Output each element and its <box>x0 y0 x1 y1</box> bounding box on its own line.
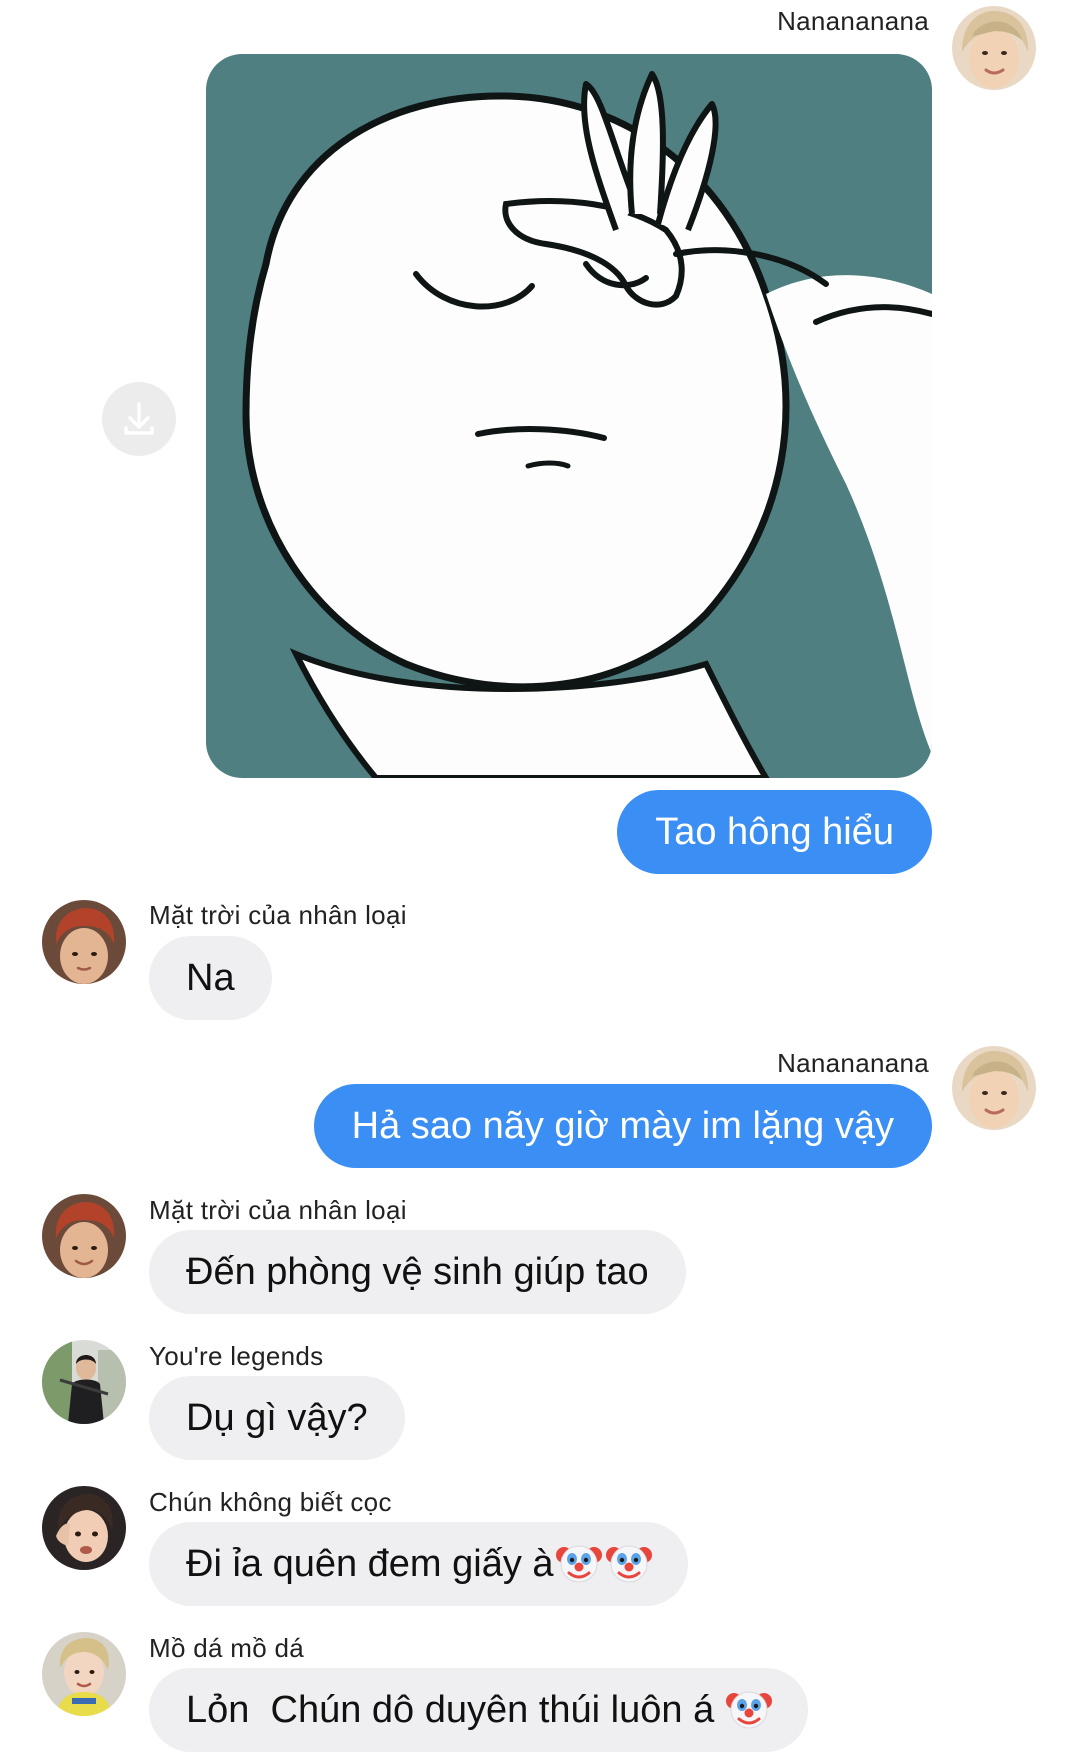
sender-name: Nanananana <box>777 1048 929 1078</box>
sender-name: You're legends <box>149 1341 324 1371</box>
avatar[interactable] <box>42 1632 126 1716</box>
sender-name: Mặt trời của nhân loại <box>149 900 407 930</box>
sender-name: Mặt trời của nhân loại <box>149 1195 407 1225</box>
message-bubble[interactable]: Đi ỉa quên đem giấy à <box>149 1522 688 1606</box>
avatar[interactable] <box>952 1046 1036 1130</box>
clown-face-emoji <box>605 1545 652 1583</box>
message-bubble[interactable]: Na <box>149 936 272 1020</box>
message-text: Đi ỉa quên đem giấy à <box>186 1543 554 1585</box>
message-text: Lỏn Chún dô duyên thúi luôn á <box>186 1689 715 1731</box>
clown-face-emoji <box>555 1545 602 1583</box>
avatar[interactable] <box>42 900 126 984</box>
clown-face-emoji <box>726 1691 773 1729</box>
avatar[interactable] <box>952 6 1036 90</box>
message-bubble[interactable]: Lỏn Chún dô duyên thúi luôn á <box>149 1668 809 1752</box>
download-button[interactable] <box>102 382 176 456</box>
message-bubble[interactable]: Đến phòng vệ sinh giúp tao <box>149 1230 686 1314</box>
chat-screen: { "current_user": { "name": "Nanananana"… <box>0 0 1080 1764</box>
avatar[interactable] <box>42 1486 126 1570</box>
sender-name: Nanananana <box>777 6 929 36</box>
message-bubble[interactable]: Dụ gì vậy? <box>149 1376 405 1460</box>
image-message[interactable] <box>206 54 932 778</box>
avatar[interactable] <box>42 1194 126 1278</box>
sender-name: Mồ dá mồ dá <box>149 1633 305 1663</box>
message-bubble[interactable]: Tao hông hiểu <box>617 790 932 874</box>
message-bubble[interactable]: Hả sao nãy giờ mày im lặng vậy <box>313 1084 932 1168</box>
sender-name: Chún không biết cọc <box>149 1487 392 1517</box>
avatar[interactable] <box>42 1340 126 1424</box>
facepalm-meme-image <box>206 54 932 778</box>
download-icon <box>124 402 154 435</box>
